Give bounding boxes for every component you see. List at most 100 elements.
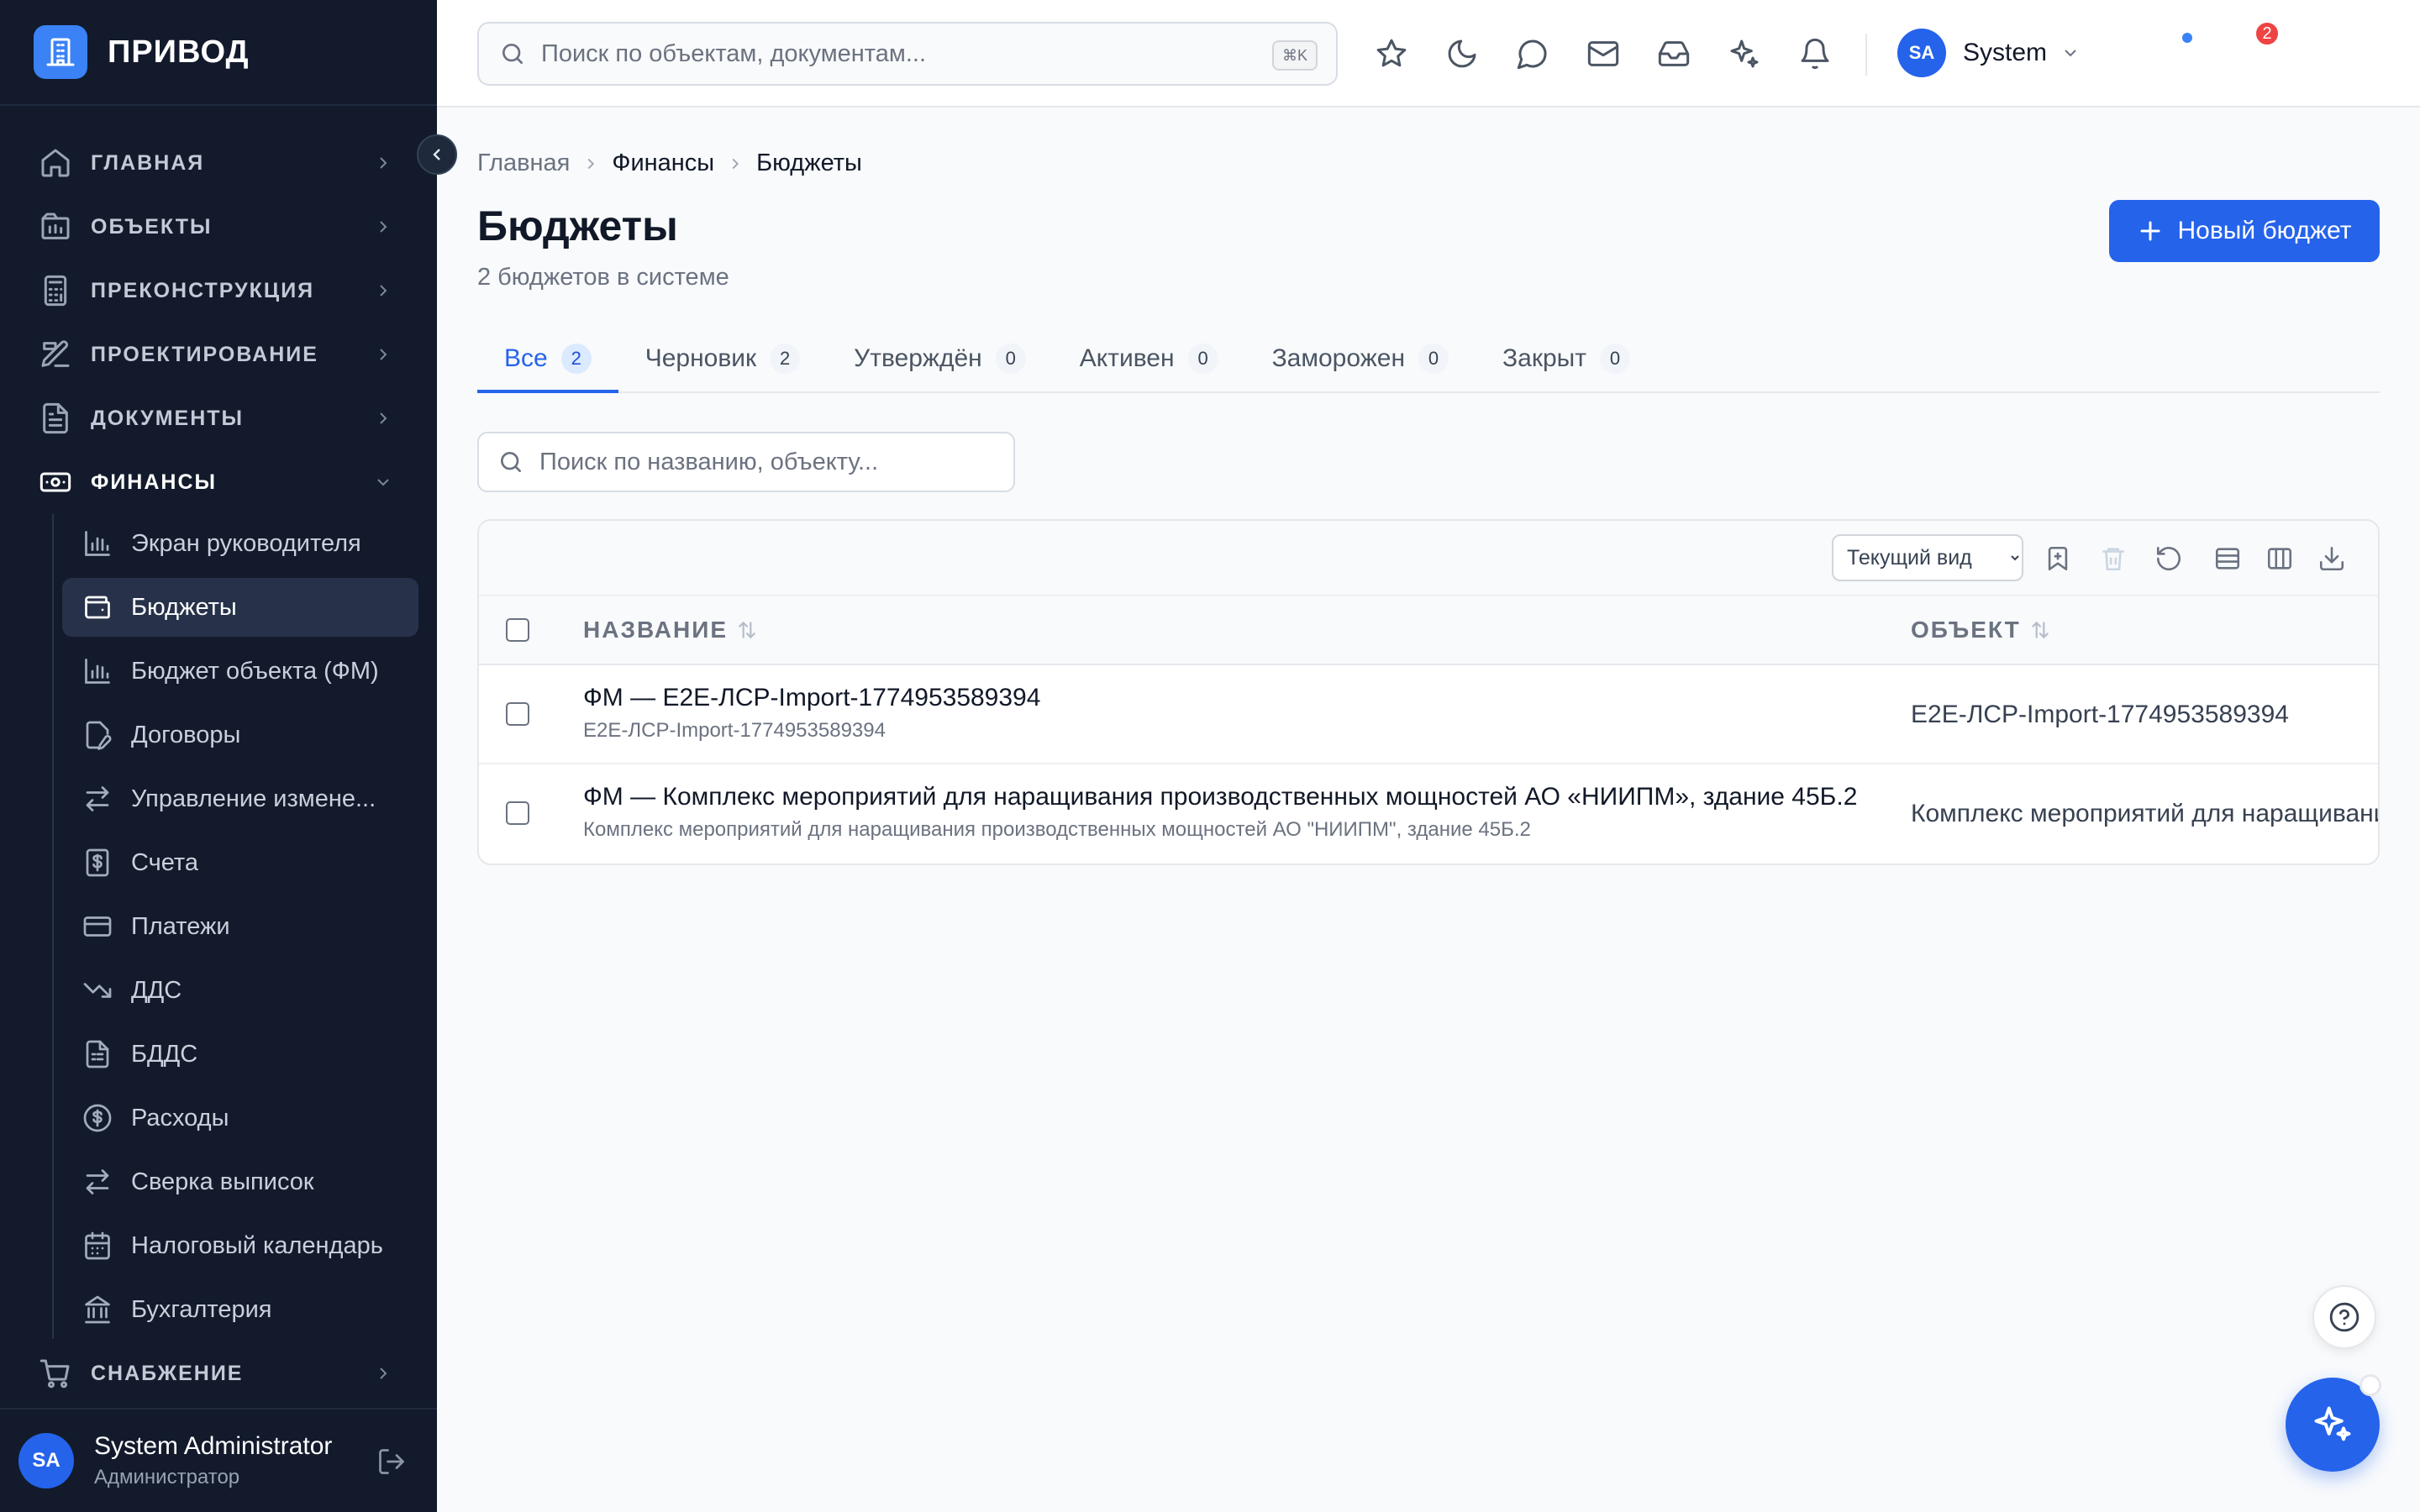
sidebar-user: SA System Administrator Администратор xyxy=(0,1408,437,1512)
tab-draft[interactable]: Черновик 2 xyxy=(618,326,827,391)
sidebar-item-label: Сверка выписок xyxy=(131,1168,314,1195)
download-icon[interactable] xyxy=(2317,544,2346,573)
column-object-header[interactable]: ОБЪЕКТ xyxy=(1911,617,2051,643)
avatar[interactable]: SA xyxy=(18,1433,74,1488)
global-search-input[interactable] xyxy=(541,39,1230,68)
help-button[interactable] xyxy=(2312,1285,2376,1349)
sidebar-item-label: ПРОЕКТИРОВАНИЕ xyxy=(91,342,318,366)
sidebar-item-change-management[interactable]: Управление измене... xyxy=(62,769,418,828)
sidebar-collapse-button[interactable] xyxy=(417,134,457,175)
tab-closed[interactable]: Закрыт 0 xyxy=(1476,326,1657,391)
chevron-right-icon xyxy=(581,155,600,173)
sidebar-item-cash-budget[interactable]: БДДС xyxy=(62,1025,418,1084)
star-icon[interactable] xyxy=(1375,37,1408,71)
sidebar-item-label: Экран руководителя xyxy=(131,529,361,557)
breadcrumb-home[interactable]: Главная xyxy=(477,150,570,177)
home-icon xyxy=(39,146,72,180)
sidebar-item-invoices[interactable]: Счета xyxy=(62,833,418,892)
tab-approved[interactable]: Утверждён 0 xyxy=(827,326,1053,391)
sidebar-item-documents[interactable]: ДОКУМЕНТЫ xyxy=(0,386,437,450)
table-search-input[interactable] xyxy=(539,448,1010,476)
table-toolbar: Текущий вид xyxy=(479,521,2378,596)
sidebar-item-label: Бюджет объекта (ФМ) xyxy=(131,657,379,685)
sidebar-item-tax-calendar[interactable]: Налоговый календарь xyxy=(62,1216,418,1275)
sidebar-item-label: Договоры xyxy=(131,721,241,748)
sidebar-item-label: СНАБЖЕНИЕ xyxy=(91,1361,244,1385)
budget-name[interactable]: ФМ — Комплекс мероприятий для наращивани… xyxy=(583,783,1857,811)
chat-icon[interactable] xyxy=(1516,37,1549,71)
user-role: Администратор xyxy=(94,1466,240,1488)
tab-count: 0 xyxy=(995,344,1026,374)
sidebar-item-label: Бюджеты xyxy=(131,593,237,621)
columns-icon[interactable] xyxy=(2265,544,2294,573)
view-select[interactable]: Текущий вид xyxy=(1832,534,2023,581)
sidebar-item-object-budget[interactable]: Бюджет объекта (ФМ) xyxy=(62,642,418,701)
sidebar-item-cash-flow[interactable]: ДДС xyxy=(62,961,418,1020)
user-menu[interactable]: SA System xyxy=(1897,29,2081,77)
reset-icon[interactable] xyxy=(2154,544,2183,573)
sidebar-item-label: Расходы xyxy=(131,1104,229,1131)
tab-active[interactable]: Активен 0 xyxy=(1053,326,1245,391)
inbox-icon[interactable] xyxy=(1657,37,1691,71)
sidebar-item-finance[interactable]: ФИНАНСЫ xyxy=(0,450,437,514)
sidebar-item-home[interactable]: ГЛАВНАЯ xyxy=(0,131,437,195)
sidebar-item-preconstruction[interactable]: ПРЕКОНСТРУКЦИЯ xyxy=(0,259,437,323)
bookmark-icon[interactable] xyxy=(2044,544,2072,573)
breadcrumb-finance[interactable]: Финансы xyxy=(612,150,714,177)
ai-status-dot xyxy=(2360,1374,2381,1396)
global-search[interactable]: ⌘K xyxy=(477,22,1338,86)
chevron-down-icon xyxy=(373,472,393,492)
sidebar-item-label: ДОКУМЕНТЫ xyxy=(91,406,244,430)
table-row[interactable]: ФМ — Комплекс мероприятий для наращивани… xyxy=(479,764,2378,864)
chevron-right-icon xyxy=(373,153,393,173)
tab-count: 0 xyxy=(1599,344,1630,374)
chevron-right-icon xyxy=(373,281,393,301)
budget-object: E2E-ЛСР-Import-1774953589394 xyxy=(1911,701,2289,728)
sidebar-item-supply[interactable]: СНАБЖЕНИЕ xyxy=(0,1344,437,1403)
sidebar-item-expenses[interactable]: Расходы xyxy=(62,1089,418,1147)
mail-icon[interactable] xyxy=(1586,37,1620,71)
search-icon xyxy=(499,40,526,67)
tab-label: Все xyxy=(504,344,548,372)
sidebar-item-label: ФИНАНСЫ xyxy=(91,470,217,494)
calculator-icon xyxy=(39,274,72,307)
sidebar-item-objects[interactable]: ОБЪЕКТЫ xyxy=(0,195,437,259)
moon-icon[interactable] xyxy=(1445,37,1479,71)
logout-icon[interactable] xyxy=(376,1446,407,1477)
sidebar-item-label: ПРЕКОНСТРУКЦИЯ xyxy=(91,278,315,302)
table-search[interactable] xyxy=(477,432,1015,492)
sidebar-item-budgets[interactable]: Бюджеты xyxy=(62,578,418,637)
notifications-badge: 2 xyxy=(2254,20,2281,47)
sidebar-item-payments[interactable]: Платежи xyxy=(62,897,418,956)
row-checkbox[interactable] xyxy=(506,801,529,825)
new-budget-button[interactable]: Новый бюджет xyxy=(2109,200,2380,262)
select-all-checkbox[interactable] xyxy=(506,618,529,642)
table-header: НАЗВАНИЕ ОБЪЕКТ xyxy=(479,596,2378,665)
budget-name[interactable]: ФМ — E2E-ЛСР-Import-1774953589394 xyxy=(583,684,1040,712)
rows-icon[interactable] xyxy=(2213,544,2242,573)
sparkles-icon[interactable] xyxy=(1728,37,1761,71)
column-name-header[interactable]: НАЗВАНИЕ xyxy=(583,617,758,643)
table-row[interactable]: ФМ — E2E-ЛСР-Import-1774953589394 E2E-ЛС… xyxy=(479,665,2378,764)
contract-icon xyxy=(82,720,113,750)
tab-all[interactable]: Все 2 xyxy=(477,326,618,393)
sidebar-item-statement-reconciliation[interactable]: Сверка выписок xyxy=(62,1152,418,1211)
sidebar-item-contracts[interactable]: Договоры xyxy=(62,706,418,764)
ai-indicator-dot xyxy=(2180,30,2195,45)
chevron-right-icon xyxy=(373,344,393,365)
chevron-right-icon xyxy=(373,408,393,428)
bar-chart-icon xyxy=(82,528,113,559)
brand[interactable]: ПРИВОД xyxy=(0,0,437,106)
row-checkbox[interactable] xyxy=(506,702,529,726)
card-icon xyxy=(82,911,113,942)
sidebar-item-exec-screen[interactable]: Экран руководителя xyxy=(62,514,418,573)
brand-name: ПРИВОД xyxy=(108,34,250,70)
sidebar-item-design[interactable]: ПРОЕКТИРОВАНИЕ xyxy=(0,323,437,386)
bell-icon[interactable] xyxy=(1798,37,1832,71)
tab-frozen[interactable]: Заморожен 0 xyxy=(1245,326,1476,391)
user-info: System Administrator Администратор xyxy=(94,1432,332,1489)
sort-icon xyxy=(736,619,758,641)
sidebar-item-accounting[interactable]: Бухгалтерия xyxy=(62,1280,418,1339)
trash-icon[interactable] xyxy=(2099,544,2128,573)
breadcrumb: Главная Финансы Бюджеты xyxy=(477,150,862,177)
